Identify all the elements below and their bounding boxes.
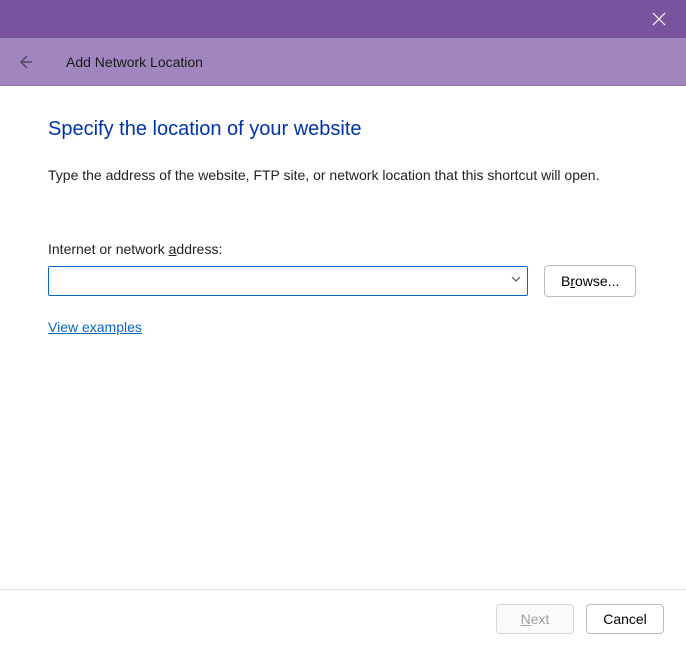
view-examples-link[interactable]: View examples — [48, 319, 142, 335]
next-key: N — [521, 611, 531, 627]
next-post: ext — [531, 611, 550, 627]
page-title: Specify the location of your website — [48, 118, 638, 141]
wizard-title: Add Network Location — [66, 54, 203, 70]
back-icon[interactable] — [16, 53, 34, 71]
address-input[interactable] — [48, 266, 528, 296]
address-label-post: ddress: — [176, 241, 222, 257]
address-combobox[interactable] — [48, 266, 528, 296]
close-icon[interactable] — [652, 12, 666, 26]
address-label-pre: Internet or network — [48, 241, 169, 257]
titlebar — [0, 0, 686, 38]
browse-post: owse... — [575, 273, 619, 289]
wizard-content: Specify the location of your website Typ… — [0, 86, 686, 589]
wizard-header: Add Network Location — [0, 38, 686, 86]
browse-button[interactable]: Browse... — [544, 265, 636, 297]
cancel-button[interactable]: Cancel — [586, 604, 664, 634]
next-button: Next — [496, 604, 574, 634]
wizard-footer: Next Cancel — [0, 589, 686, 647]
address-label: Internet or network address: — [48, 241, 638, 257]
browse-pre: B — [561, 273, 570, 289]
address-row: Browse... — [48, 265, 638, 297]
page-description: Type the address of the website, FTP sit… — [48, 167, 638, 183]
